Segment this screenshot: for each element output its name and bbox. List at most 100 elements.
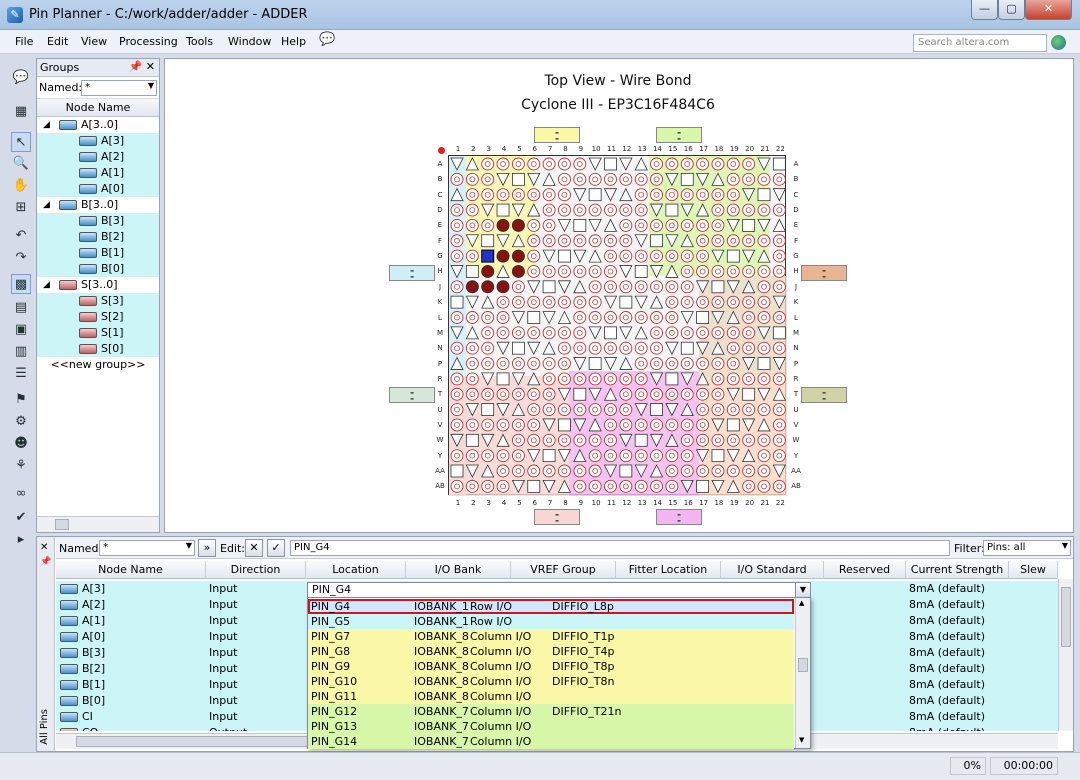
io-pin[interactable] (527, 218, 541, 232)
io-pin[interactable] (665, 326, 679, 340)
power-pin[interactable] (711, 172, 725, 186)
io-pin[interactable] (465, 218, 479, 232)
ground-pin[interactable] (634, 403, 648, 417)
power-pin[interactable] (742, 279, 756, 294)
io-pin[interactable] (757, 341, 771, 355)
io-pin[interactable] (481, 218, 495, 232)
io-pin[interactable] (511, 449, 525, 463)
location-option[interactable]: PIN_G5 IOBANK_1 Row I/O (308, 614, 794, 629)
config-pin[interactable] (481, 403, 495, 417)
io-pin[interactable] (557, 341, 571, 355)
power-pin[interactable] (649, 295, 664, 309)
power-pin[interactable] (573, 279, 587, 294)
tree-item[interactable]: B[3] (37, 213, 159, 229)
node-name-cell[interactable]: B[3] (56, 645, 206, 661)
io-pin[interactable] (680, 387, 694, 401)
power-pin[interactable] (649, 464, 664, 478)
io-pin[interactable] (711, 357, 725, 371)
ground-pin[interactable] (542, 249, 556, 263)
config-pin[interactable] (527, 311, 541, 324)
io-pin[interactable] (757, 372, 771, 386)
io-pin[interactable] (665, 295, 679, 309)
io-pin[interactable] (619, 403, 633, 417)
globe-icon[interactable] (1051, 35, 1066, 50)
ground-pin[interactable] (496, 341, 510, 356)
ground-pin[interactable] (695, 341, 710, 356)
io-pin[interactable] (696, 403, 710, 417)
io-pin[interactable] (450, 372, 464, 386)
io-pin[interactable] (496, 387, 510, 401)
io-pin[interactable] (557, 295, 571, 309)
strength-cell[interactable]: 8mA (default) (906, 693, 1009, 709)
io-pin[interactable] (450, 387, 464, 401)
pin-grid-svg[interactable] (449, 156, 787, 496)
io-pin[interactable] (711, 157, 725, 171)
config-pin[interactable] (558, 418, 571, 432)
io-pin[interactable] (573, 264, 587, 278)
io-pin[interactable] (726, 264, 740, 278)
io-pin[interactable] (742, 479, 756, 493)
io-pin[interactable] (557, 172, 571, 186)
io-pin[interactable] (619, 311, 633, 324)
io-pin[interactable] (711, 387, 725, 401)
direction-cell[interactable]: Input (206, 597, 306, 613)
io-pin[interactable] (742, 157, 756, 171)
report-icon[interactable]: ▣ (11, 320, 31, 340)
ground-pin[interactable] (573, 249, 587, 263)
io-pin[interactable] (527, 387, 541, 401)
node-name-cell[interactable]: CO (56, 725, 206, 731)
ground-pin[interactable] (527, 280, 541, 294)
io-pin[interactable] (772, 372, 786, 386)
power-pin[interactable] (542, 341, 556, 355)
io-pin[interactable] (619, 341, 633, 355)
ground-pin[interactable] (680, 311, 694, 325)
io-pin[interactable] (496, 188, 510, 202)
assigned-pin[interactable] (465, 280, 479, 294)
node-name-header[interactable]: Node Name (37, 99, 159, 117)
io-pin[interactable] (742, 403, 756, 417)
io-pin[interactable] (665, 311, 679, 324)
io-pin[interactable] (742, 234, 756, 248)
ground-pin[interactable] (757, 219, 771, 233)
menu-view[interactable]: View (81, 35, 107, 48)
location-option[interactable]: PIN_G11 IOBANK_8 Column I/O (308, 689, 794, 704)
config-pin[interactable] (512, 172, 525, 186)
tree-item[interactable]: S[2] (37, 309, 159, 325)
ground-pin[interactable] (726, 449, 740, 463)
io-pin[interactable] (742, 203, 756, 217)
io-pin[interactable] (772, 249, 786, 263)
bank-label-bottom-1[interactable]: ▬ ▬ (534, 509, 580, 525)
io-pin[interactable] (696, 218, 710, 232)
power-pin[interactable] (465, 157, 479, 171)
io-pin[interactable] (772, 449, 786, 463)
search-input[interactable]: Search altera.com (913, 34, 1047, 52)
io-pin[interactable] (680, 464, 694, 478)
ground-pin[interactable] (450, 157, 464, 171)
io-pin[interactable] (711, 433, 725, 447)
power-pin[interactable] (757, 249, 771, 263)
io-pin[interactable] (542, 234, 556, 248)
ground-pin[interactable] (588, 387, 602, 402)
io-pin[interactable] (496, 357, 510, 371)
bank-label-right-2[interactable]: ▬ ▬ (801, 387, 847, 403)
ground-pin[interactable] (588, 157, 602, 171)
config-pin[interactable] (450, 464, 464, 478)
bank-label-top-1[interactable]: ▬ ▬ (534, 127, 580, 143)
groups-scrollbar[interactable] (37, 516, 159, 532)
ground-pin[interactable] (557, 387, 572, 402)
node-name-cell[interactable]: A[1] (56, 613, 206, 629)
location-option[interactable]: PIN_G7 IOBANK_8 Column I/O DIFFIO_T1p (308, 629, 794, 644)
ground-pin[interactable] (481, 203, 495, 217)
power-pin[interactable] (450, 187, 464, 202)
io-pin[interactable] (619, 218, 633, 232)
config-pin[interactable] (496, 203, 510, 217)
io-pin[interactable] (772, 172, 786, 186)
io-pin[interactable] (650, 249, 664, 263)
io-pin[interactable] (634, 418, 648, 432)
io-pin[interactable] (711, 264, 725, 278)
io-pin[interactable] (557, 464, 571, 478)
io-pin[interactable] (650, 479, 664, 493)
ground-pin[interactable] (511, 203, 526, 217)
ground-pin[interactable] (588, 219, 602, 233)
ground-pin[interactable] (665, 403, 679, 417)
